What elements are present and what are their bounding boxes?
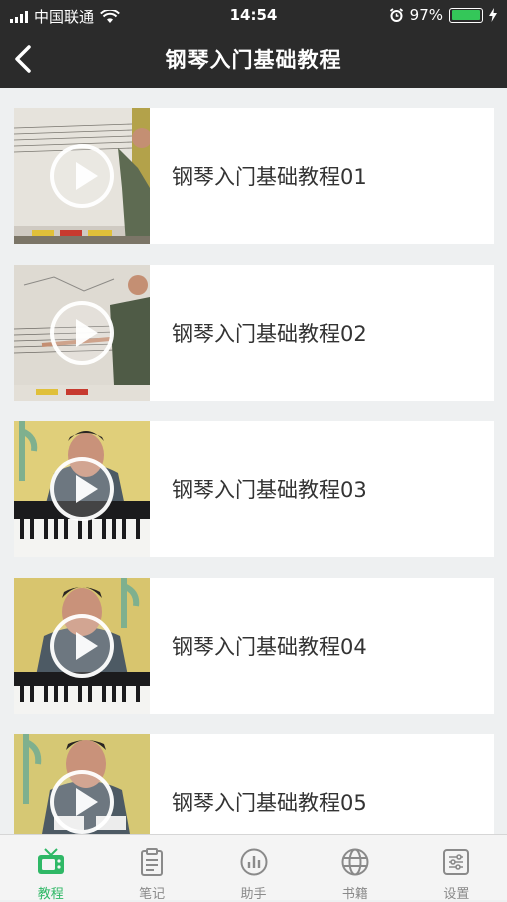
- lesson-item[interactable]: 钢琴入门基础教程02: [14, 264, 494, 401]
- video-thumbnail[interactable]: [14, 264, 150, 401]
- video-thumbnail[interactable]: [14, 108, 150, 244]
- charging-icon: [489, 8, 497, 22]
- video-thumbnail[interactable]: [14, 421, 150, 557]
- tab-settings[interactable]: 设置: [406, 835, 507, 902]
- play-icon[interactable]: [50, 613, 114, 678]
- lesson-item[interactable]: 钢琴入门基础教程01: [14, 108, 494, 244]
- lesson-item[interactable]: 钢琴入门基础教程04: [14, 577, 494, 714]
- lesson-title: 钢琴入门基础教程03: [172, 478, 367, 502]
- alarm-icon: [389, 7, 403, 22]
- tab-bar: 教程 笔记 助手 书籍 设置: [0, 834, 507, 902]
- play-icon[interactable]: [50, 770, 114, 834]
- lesson-title: 钢琴入门基础教程02: [172, 321, 367, 346]
- tab-notes[interactable]: 笔记: [101, 835, 202, 902]
- lesson-title: 钢琴入门基础教程04: [172, 634, 367, 659]
- chart-icon: [240, 848, 268, 876]
- battery-icon: [449, 7, 483, 23]
- play-icon[interactable]: [50, 144, 114, 208]
- lesson-title: 钢琴入门基础教程05: [172, 791, 367, 815]
- globe-icon: [341, 848, 369, 876]
- video-thumbnail[interactable]: [14, 577, 150, 714]
- clipboard-icon: [141, 848, 164, 876]
- status-bar: 中国联通 14:54 97%: [0, 0, 507, 30]
- play-icon[interactable]: [50, 300, 114, 365]
- lesson-title: 钢琴入门基础教程01: [172, 165, 367, 189]
- play-icon[interactable]: [50, 457, 114, 521]
- lesson-list: 钢琴入门基础教程01 钢琴入门基础教程02 钢琴入门基础教程03 钢琴入门基础教…: [14, 108, 494, 891]
- navigation-bar: 钢琴入门基础教程: [0, 30, 507, 88]
- tab-tutorial[interactable]: 教程: [0, 835, 101, 902]
- page-title: 钢琴入门基础教程: [165, 48, 342, 72]
- tab-books[interactable]: 书籍: [304, 835, 405, 902]
- lesson-item[interactable]: 钢琴入门基础教程03: [14, 421, 494, 557]
- sliders-icon: [443, 849, 470, 875]
- tab-assistant[interactable]: 助手: [203, 835, 304, 902]
- battery-percent: 97%: [409, 6, 443, 24]
- tv-icon: [37, 848, 64, 874]
